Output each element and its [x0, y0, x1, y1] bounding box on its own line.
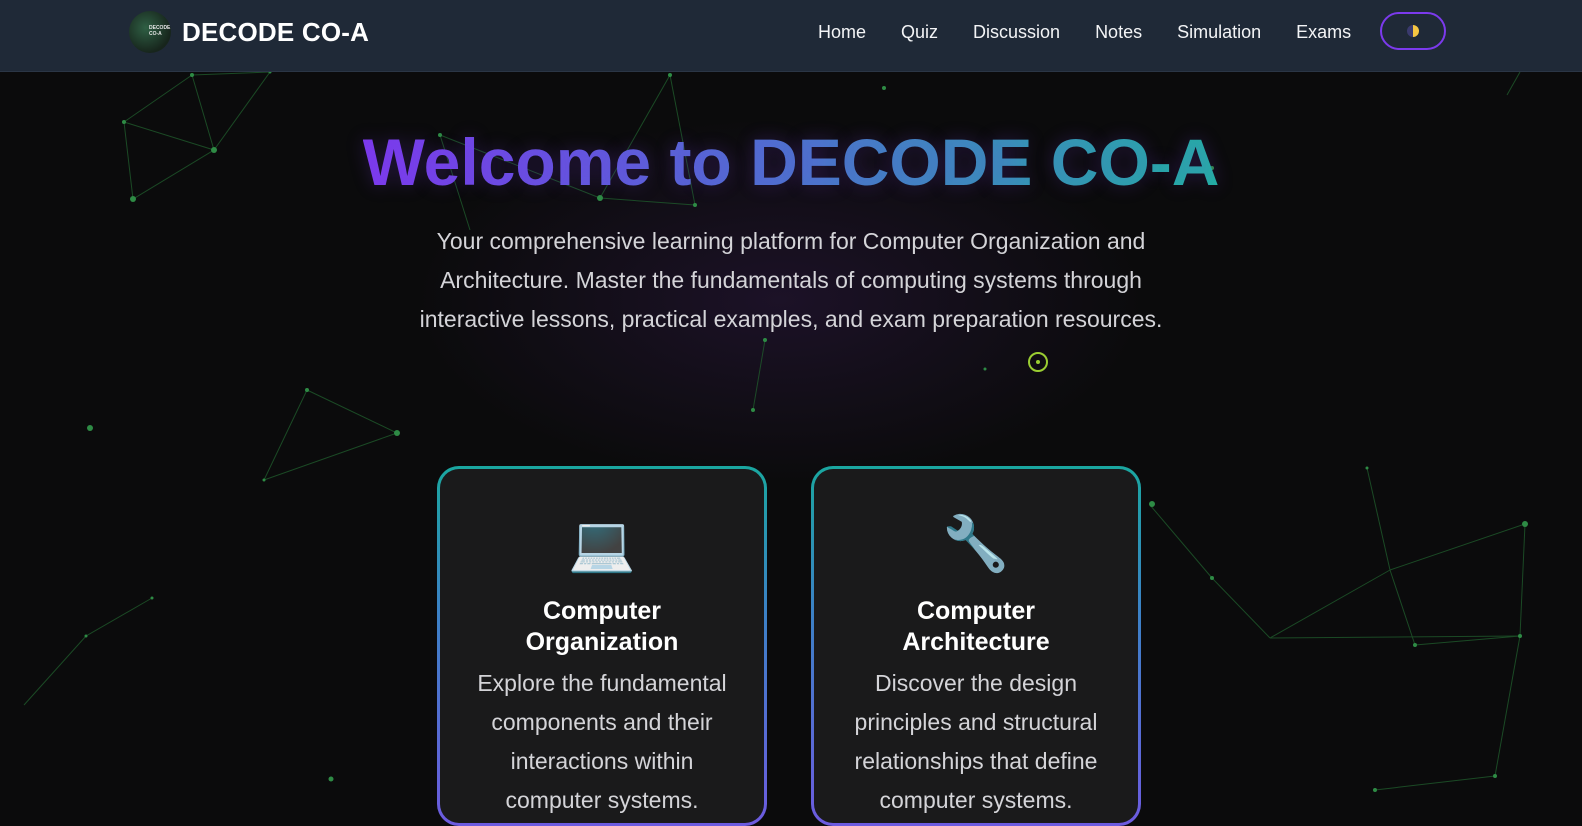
brand-logo: DECODE CO-A	[129, 11, 171, 53]
brand-logo-text: DECODE CO-A	[149, 25, 171, 37]
nav-links: Home Quiz Discussion Notes Simulation Ex…	[818, 20, 1386, 44]
card-description: Explore the fundamental components and t…	[477, 670, 727, 813]
nav-link-discussion[interactable]: Discussion	[973, 20, 1060, 44]
nav-link-home[interactable]: Home	[818, 20, 866, 44]
theme-toggle-button[interactable]	[1380, 12, 1446, 50]
card-description: Discover the design principles and struc…	[854, 670, 1098, 813]
brand-home-link[interactable]: DECODE CO-A DECODE CO-A	[129, 11, 369, 53]
card-computer-organization[interactable]: 💻 Computer Organization Explore the fund…	[437, 466, 767, 826]
cursor-ring-icon	[1028, 352, 1048, 372]
wrench-icon: 🔧	[942, 514, 1010, 574]
particle-network-background	[23, 70, 1528, 792]
top-navbar: DECODE CO-A DECODE CO-A Home Quiz Discus…	[0, 0, 1582, 72]
nav-link-notes[interactable]: Notes	[1095, 20, 1142, 44]
hero-subtitle: Your comprehensive learning platform for…	[419, 228, 1163, 332]
nav-link-simulation[interactable]: Simulation	[1177, 20, 1261, 44]
nav-link-exams[interactable]: Exams	[1296, 20, 1351, 44]
card-computer-architecture[interactable]: 🔧 Computer Architecture Discover the des…	[811, 466, 1141, 826]
card-title: Computer Organization	[525, 597, 679, 656]
brand-title: DECODE CO-A	[182, 16, 370, 47]
nav-link-quiz[interactable]: Quiz	[901, 20, 938, 44]
hero-title: Welcome to DECODE CO-A	[0, 124, 1582, 200]
card-title: Computer Architecture	[902, 597, 1050, 656]
half-moon-sun-icon	[1407, 25, 1419, 37]
hero-title-text: Welcome to DECODE CO-A	[362, 125, 1220, 199]
laptop-icon: 💻	[568, 514, 636, 574]
